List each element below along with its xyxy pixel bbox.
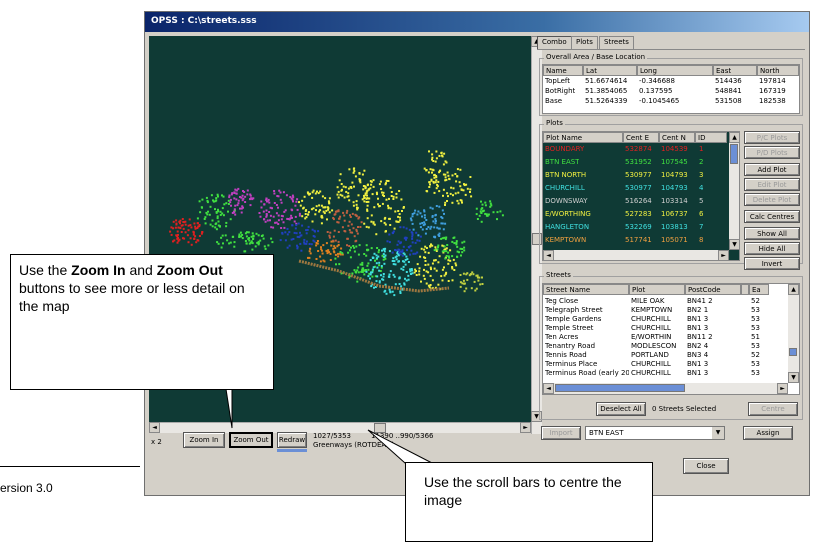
zoom-in-emphasis: Zoom In: [71, 262, 126, 278]
zoom-out-emphasis: Zoom Out: [156, 262, 223, 278]
scroll-callout-pointer: [367, 429, 433, 464]
zoom-callout-pointer: [200, 388, 233, 429]
scroll-callout: Use the scroll bars to centre the image: [405, 462, 653, 542]
zoom-callout: Use the Zoom In and Zoom Out buttons to …: [10, 254, 274, 390]
